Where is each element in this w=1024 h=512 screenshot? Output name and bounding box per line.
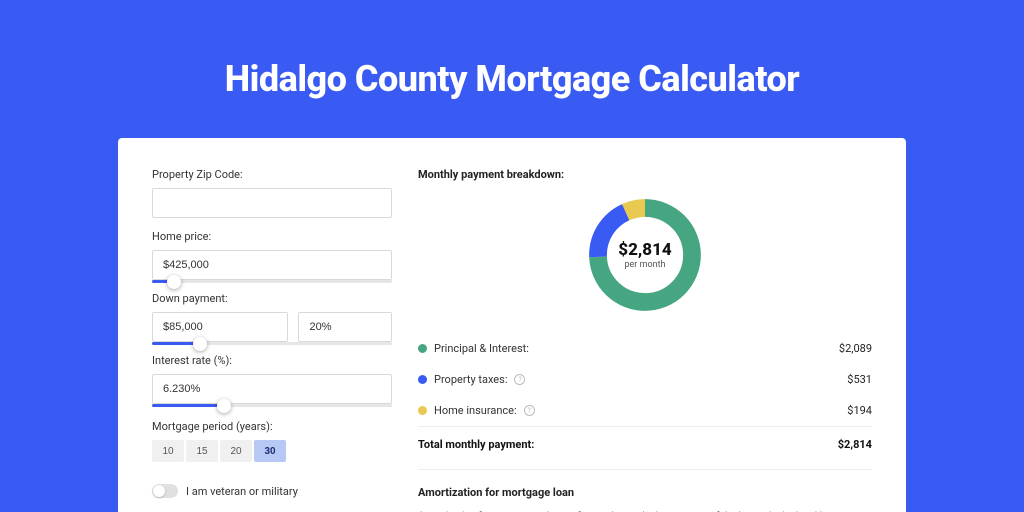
- donut-center-value: $2,814: [618, 240, 671, 260]
- field-zip: Property Zip Code:: [152, 168, 392, 218]
- legend-label: Property taxes:: [434, 373, 507, 386]
- slider-thumb[interactable]: [193, 337, 207, 351]
- home-price-input[interactable]: [152, 250, 392, 280]
- slider-thumb[interactable]: [167, 275, 181, 289]
- veteran-label: I am veteran or military: [186, 485, 298, 498]
- legend-value: $531: [847, 373, 872, 386]
- legend-dot: [418, 344, 427, 353]
- legend-row: Property taxes:? $531: [418, 364, 872, 395]
- breakdown-title: Monthly payment breakdown:: [418, 168, 872, 181]
- field-interest-rate: Interest rate (%):: [152, 354, 392, 404]
- veteran-row: I am veteran or military: [152, 484, 392, 498]
- legend-row: Home insurance:? $194: [418, 395, 872, 426]
- field-mortgage-period: Mortgage period (years): 10152030: [152, 420, 392, 462]
- down-payment-slider[interactable]: [152, 342, 392, 345]
- legend-dot: [418, 406, 427, 415]
- amortization-title: Amortization for mortgage loan: [418, 486, 872, 499]
- zip-input[interactable]: [152, 188, 392, 218]
- period-option-15[interactable]: 15: [186, 440, 218, 462]
- interest-rate-slider[interactable]: [152, 404, 392, 407]
- legend-label: Principal & Interest:: [434, 342, 529, 355]
- period-option-30[interactable]: 30: [254, 440, 286, 462]
- label-down-payment: Down payment:: [152, 292, 392, 305]
- breakdown-panel: Monthly payment breakdown: $2,814 per mo…: [418, 168, 872, 512]
- total-label: Total monthly payment:: [418, 438, 534, 451]
- legend: Principal & Interest: $2,089 Property taxe…: [418, 333, 872, 427]
- field-home-price: Home price:: [152, 230, 392, 280]
- veteran-toggle[interactable]: [152, 484, 178, 498]
- interest-rate-input[interactable]: [152, 374, 392, 404]
- page-title: Hidalgo County Mortgage Calculator: [0, 0, 1024, 100]
- info-icon[interactable]: ?: [524, 405, 535, 416]
- amortization-card: Amortization for mortgage loan Amortizat…: [418, 469, 872, 512]
- legend-value: $194: [847, 404, 872, 417]
- donut-chart: $2,814 per month: [418, 189, 872, 333]
- down-payment-pct-input[interactable]: [298, 312, 392, 342]
- period-option-20[interactable]: 20: [220, 440, 252, 462]
- donut-center-sub: per month: [624, 260, 665, 270]
- total-value: $2,814: [838, 438, 872, 451]
- legend-row: Principal & Interest: $2,089: [418, 333, 872, 364]
- field-down-payment: Down payment:: [152, 292, 392, 342]
- legend-value: $2,089: [839, 342, 872, 355]
- period-option-10[interactable]: 10: [152, 440, 184, 462]
- legend-label: Home insurance:: [434, 404, 517, 417]
- legend-dot: [418, 375, 427, 384]
- total-row: Total monthly payment: $2,814: [418, 427, 872, 469]
- home-price-slider[interactable]: [152, 280, 392, 283]
- label-zip: Property Zip Code:: [152, 168, 392, 181]
- label-mortgage-period: Mortgage period (years):: [152, 420, 392, 433]
- info-icon[interactable]: ?: [514, 374, 525, 385]
- calculator-card: Property Zip Code: Home price: Down paym…: [118, 138, 906, 512]
- slider-thumb[interactable]: [217, 399, 231, 413]
- label-interest-rate: Interest rate (%):: [152, 354, 392, 367]
- inputs-panel: Property Zip Code: Home price: Down paym…: [152, 168, 392, 512]
- down-payment-input[interactable]: [152, 312, 288, 342]
- label-home-price: Home price:: [152, 230, 392, 243]
